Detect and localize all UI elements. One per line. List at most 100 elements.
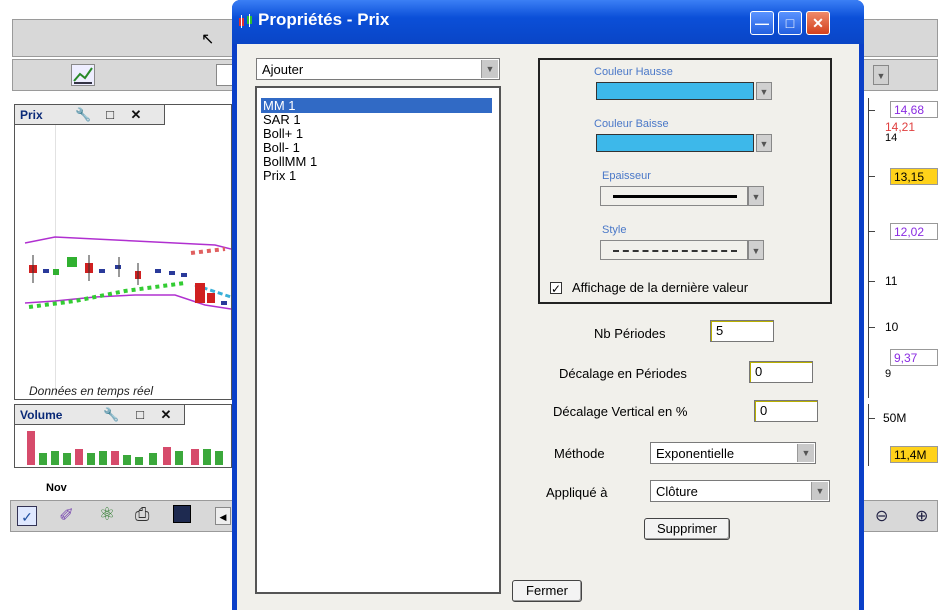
chevron-down-icon[interactable]: ▼ (797, 444, 814, 462)
list-item[interactable]: Boll+ 1 (261, 126, 492, 141)
candlestick-app-icon (238, 14, 254, 28)
volume-panel-title: Volume (20, 408, 63, 422)
dashed-line (613, 250, 737, 252)
delete-button[interactable]: Supprimer (644, 518, 730, 540)
axis-tick (869, 176, 875, 177)
printer-icon[interactable]: ⎙ (135, 504, 149, 525)
axis-label: 14,68 (890, 101, 938, 118)
axis-label: 11 (885, 274, 898, 288)
axis-tick (869, 281, 875, 282)
close-icon[interactable]: ✕ (159, 408, 173, 422)
indicator-list[interactable]: MM 1 SAR 1 Boll+ 1 Boll- 1 BollMM 1 Prix… (255, 86, 501, 594)
minimize-icon[interactable]: — (750, 11, 774, 35)
chevron-down-icon[interactable]: ▼ (481, 60, 498, 78)
thickness-line (613, 195, 737, 198)
toolbar-dropdown-arrow[interactable]: ▼ (873, 65, 889, 85)
axis-label: 9,37 (890, 349, 938, 366)
maximize-icon[interactable]: □ (778, 11, 802, 35)
second-toolbar-left (12, 59, 234, 91)
axis-label: 11,4M (890, 446, 938, 463)
offset-periods-input[interactable]: 0 (749, 361, 813, 383)
close-icon[interactable]: ✕ (806, 11, 830, 35)
chart-tool-icon[interactable] (71, 64, 95, 86)
add-indicator-combo[interactable]: Ajouter ▼ (256, 58, 500, 80)
axis-tick (869, 327, 875, 328)
price-panel-header: Prix 🔧 □ ✕ (15, 105, 165, 125)
list-item[interactable]: SAR 1 (261, 112, 492, 127)
list-item[interactable]: Boll- 1 (261, 140, 492, 155)
dialog-title: Propriétés - Prix (258, 10, 390, 29)
top-toolbar-left: ↖ (12, 19, 234, 57)
volume-axis: 50M 11,4M (868, 404, 938, 466)
maximize-icon[interactable]: □ (103, 108, 117, 122)
checkbox-tool-icon[interactable]: ✓ (17, 506, 37, 526)
dialog-titlebar[interactable]: Propriétés - Prix — □ ✕ (232, 0, 864, 44)
axis-label: 12,02 (890, 223, 938, 240)
list-item[interactable]: BollMM 1 (261, 154, 492, 169)
candlestick-chart (24, 236, 231, 310)
volume-bars (27, 431, 223, 465)
axis-label: 50M (883, 411, 907, 425)
applied-to-value: Clôture (656, 484, 698, 499)
price-chart-panel: Prix 🔧 □ ✕ Données en temps réel (14, 104, 232, 400)
chevron-down-icon[interactable]: ▼ (756, 82, 772, 100)
realtime-data-note: Données en temps réel (29, 384, 154, 398)
chevron-down-icon[interactable]: ▼ (811, 482, 828, 500)
volume-panel-header: Volume 🔧 □ ✕ (15, 405, 185, 425)
axis-tick (869, 110, 875, 111)
color-down-label: Couleur Baisse (594, 118, 669, 130)
scroll-left-icon[interactable]: ◀ (215, 507, 231, 525)
color-down-swatch[interactable] (596, 134, 754, 152)
paint-brush-icon[interactable]: ✐ (59, 505, 74, 526)
zoom-in-icon[interactable]: ⊕ (915, 506, 928, 526)
color-up-label: Couleur Hausse (594, 66, 673, 78)
zoom-out-icon[interactable]: ⊖ (875, 506, 888, 526)
offset-vertical-input[interactable]: 0 (754, 400, 818, 422)
list-item[interactable]: MM 1 (261, 98, 492, 113)
bottom-toolbar-right: ⊖ ⊕ (862, 500, 938, 532)
close-button[interactable]: Fermer (512, 580, 582, 602)
method-value: Exponentielle (656, 446, 735, 461)
axis-label: 9 (885, 368, 892, 380)
show-last-value-checkbox[interactable]: ✓ (550, 282, 562, 295)
offset-periods-label: Décalage en Périodes (559, 366, 687, 381)
properties-dialog: Propriétés - Prix — □ ✕ Ajouter ▼ MM 1 S… (232, 0, 864, 610)
top-toolbar-right (862, 19, 938, 57)
chevron-down-icon[interactable]: ▼ (748, 240, 764, 260)
method-select[interactable]: Exponentielle ▼ (650, 442, 816, 464)
price-axis: 14,68 14,21 14 13,15 12,02 11 10 9,37 9 (868, 98, 938, 398)
pointer-icon[interactable]: ↖ (201, 29, 221, 49)
palette-icon[interactable]: ⚛ (99, 504, 115, 525)
save-icon[interactable] (173, 505, 191, 523)
periods-input[interactable]: 5 (710, 320, 774, 342)
style-settings-box: Couleur Hausse ▼ Couleur Baisse ▼ Epaiss… (538, 58, 832, 304)
second-toolbar-right: ▼ (862, 59, 938, 91)
volume-chart-panel: Volume 🔧 □ ✕ (14, 404, 232, 468)
add-indicator-value: Ajouter (262, 62, 304, 77)
chevron-down-icon[interactable]: ▼ (748, 186, 764, 206)
axis-label: 14 (885, 132, 898, 144)
wrench-icon[interactable]: 🔧 (103, 408, 119, 422)
color-up-swatch[interactable] (596, 82, 754, 100)
price-panel-title: Prix (20, 108, 43, 122)
axis-tick (869, 418, 875, 419)
axis-tick (869, 231, 875, 232)
bottom-toolbar-left: ✓ ✐ ⚛ ⎙ ◀ (10, 500, 234, 532)
wrench-icon[interactable]: 🔧 (75, 108, 91, 122)
date-axis-label: Nov (46, 482, 67, 494)
close-icon[interactable]: ✕ (129, 108, 143, 122)
offset-vertical-label: Décalage Vertical en % (553, 404, 688, 419)
method-label: Méthode (554, 446, 605, 461)
list-item[interactable]: Prix 1 (261, 168, 492, 183)
applied-to-select[interactable]: Clôture ▼ (650, 480, 830, 502)
axis-label: 13,15 (890, 168, 938, 185)
chevron-down-icon[interactable]: ▼ (756, 134, 772, 152)
axis-label: 10 (885, 320, 899, 334)
applied-to-label: Appliqué à (546, 485, 608, 500)
thickness-label: Epaisseur (602, 170, 651, 182)
show-last-value-label: Affichage de la dernière valeur (572, 280, 749, 295)
line-style-select[interactable] (600, 240, 748, 260)
thickness-select[interactable] (600, 186, 748, 206)
periods-label: Nb Périodes (594, 326, 666, 341)
maximize-icon[interactable]: □ (133, 408, 147, 422)
